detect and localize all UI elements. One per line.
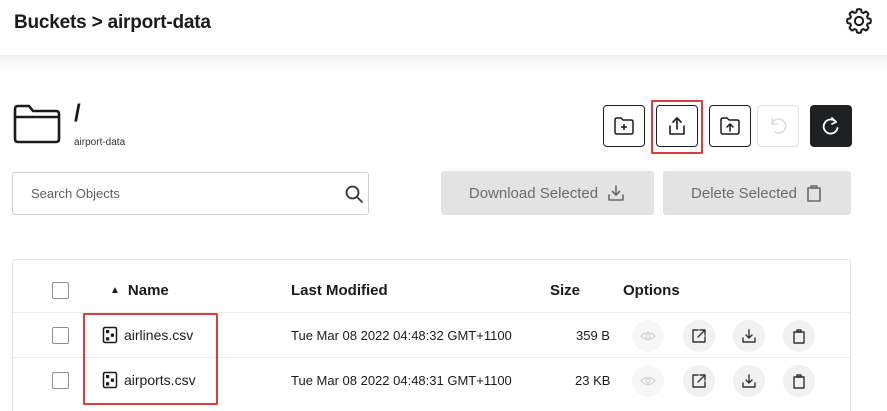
breadcrumb: Buckets > airport-data bbox=[14, 12, 211, 33]
gear-icon[interactable] bbox=[844, 6, 874, 36]
size-column-header[interactable]: Size bbox=[550, 282, 580, 299]
rewind-button[interactable] bbox=[757, 105, 799, 147]
options-column-header: Options bbox=[623, 282, 680, 299]
delete-button[interactable] bbox=[783, 365, 815, 397]
preview-button[interactable] bbox=[632, 365, 664, 397]
current-path: / bbox=[74, 100, 81, 127]
size-cell: 359 B bbox=[576, 328, 610, 343]
download-selected-label: Download Selected bbox=[468, 184, 599, 202]
download-selected-button[interactable]: Download Selected bbox=[441, 171, 654, 215]
delete-selected-button[interactable]: Delete Selected bbox=[663, 171, 851, 215]
upload-file-button[interactable] bbox=[656, 105, 698, 147]
delete-button[interactable] bbox=[783, 320, 815, 352]
eye-icon bbox=[640, 376, 656, 386]
eye-icon bbox=[640, 331, 656, 341]
share-button[interactable] bbox=[683, 365, 715, 397]
top-header: Buckets > airport-data bbox=[0, 0, 887, 56]
csv-file-icon bbox=[102, 371, 118, 389]
file-name: airports.csv bbox=[124, 372, 196, 388]
header-divider bbox=[0, 56, 887, 70]
share-icon bbox=[692, 329, 706, 343]
row-checkbox[interactable] bbox=[52, 327, 69, 344]
name-column-header[interactable]: ▲ Name bbox=[110, 282, 169, 299]
share-icon bbox=[692, 374, 706, 388]
last-modified-cell: Tue Mar 08 2022 04:48:32 GMT+1100 bbox=[291, 328, 512, 343]
csv-file-icon bbox=[102, 326, 118, 344]
trash-icon bbox=[807, 185, 821, 202]
size-cell: 23 KB bbox=[575, 373, 611, 388]
row-divider-line bbox=[13, 357, 850, 358]
table-row-name[interactable]: airports.csv bbox=[102, 371, 196, 389]
folder-icon bbox=[13, 104, 61, 144]
download-icon bbox=[742, 374, 756, 388]
upload-folder-button[interactable] bbox=[709, 105, 751, 147]
download-button[interactable] bbox=[733, 365, 765, 397]
upload-folder-icon bbox=[720, 117, 740, 135]
rewind-icon bbox=[771, 118, 787, 134]
new-folder-icon bbox=[614, 117, 634, 135]
bucket-name: airport-data bbox=[74, 137, 126, 148]
download-icon bbox=[742, 329, 756, 343]
row-checkbox[interactable] bbox=[52, 372, 69, 389]
search-box bbox=[12, 172, 369, 215]
table-row-name[interactable]: airlines.csv bbox=[102, 326, 193, 344]
sort-ascending-icon: ▲ bbox=[110, 285, 120, 296]
new-folder-button[interactable] bbox=[603, 105, 645, 147]
last-modified-column-header[interactable]: Last Modified bbox=[291, 282, 388, 299]
last-modified-cell: Tue Mar 08 2022 04:48:31 GMT+1100 bbox=[291, 373, 512, 388]
select-all-checkbox[interactable] bbox=[52, 282, 69, 299]
refresh-icon bbox=[822, 117, 839, 135]
preview-button[interactable] bbox=[632, 320, 664, 352]
delete-selected-label: Delete Selected bbox=[691, 184, 797, 202]
upload-icon bbox=[669, 117, 685, 135]
trash-icon bbox=[793, 374, 805, 389]
search-icon[interactable] bbox=[344, 184, 364, 204]
download-button[interactable] bbox=[733, 320, 765, 352]
header-divider-line bbox=[13, 312, 850, 313]
share-button[interactable] bbox=[683, 320, 715, 352]
download-icon bbox=[608, 185, 624, 201]
refresh-button[interactable] bbox=[810, 105, 852, 147]
search-input[interactable] bbox=[13, 173, 323, 214]
trash-icon bbox=[793, 329, 805, 344]
name-column-label: Name bbox=[127, 282, 169, 299]
file-name: airlines.csv bbox=[124, 327, 194, 343]
